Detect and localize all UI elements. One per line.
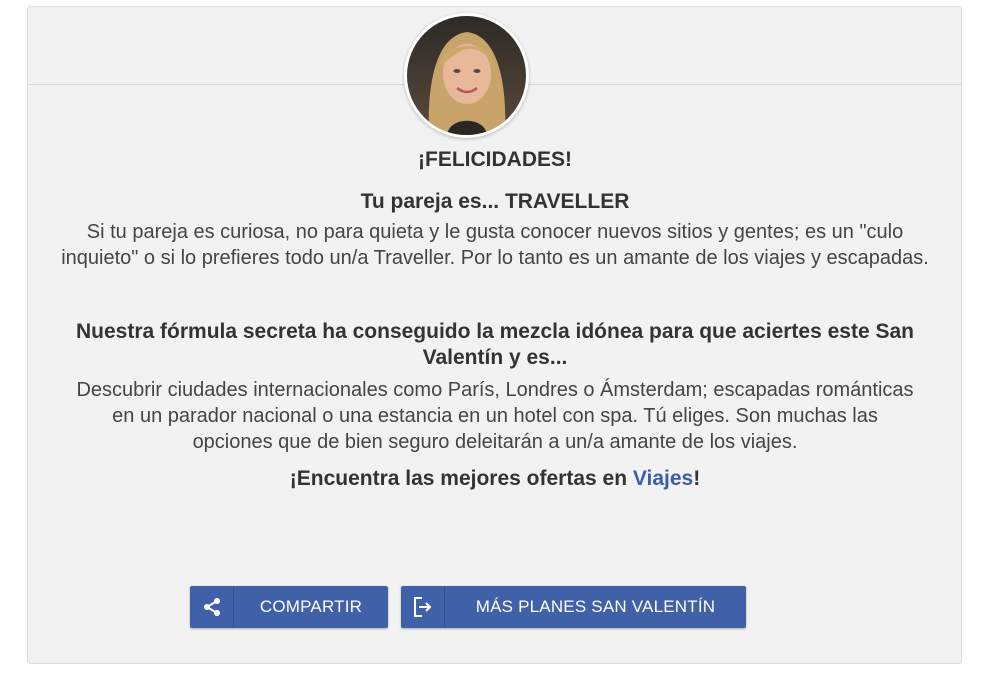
avatar bbox=[404, 13, 529, 138]
viajes-link[interactable]: Viajes bbox=[633, 467, 693, 490]
partner-type-heading: Tu pareja es... TRAVELLER bbox=[360, 190, 630, 213]
recommendation-heading: Nuestra fórmula secreta ha conseguido la… bbox=[76, 320, 914, 369]
congrats-title: ¡FELICIDADES! bbox=[418, 148, 572, 171]
share-icon bbox=[190, 586, 234, 628]
share-button-label: COMPARTIR bbox=[259, 597, 363, 616]
recommendation-body: Descubrir ciudades internacionales como … bbox=[76, 379, 914, 453]
more-plans-button[interactable]: MÁS PLANES SAN VALENTÍN bbox=[401, 586, 746, 628]
more-plans-button-label: MÁS PLANES SAN VALENTÍN bbox=[475, 597, 716, 616]
exit-icon bbox=[401, 586, 445, 628]
partner-type-description: Si tu pareja es curiosa, no para quieta … bbox=[61, 221, 929, 269]
avatar-photo bbox=[407, 16, 526, 135]
share-button[interactable]: COMPARTIR bbox=[190, 586, 388, 628]
result-content: ¡FELICIDADES! Tu pareja es... TRAVELLER … bbox=[0, 147, 990, 492]
offers-cta-prefix: ¡Encuentra las mejores ofertas en bbox=[289, 467, 633, 490]
offers-cta-suffix: ! bbox=[693, 467, 701, 490]
offers-cta: ¡Encuentra las mejores ofertas en Viajes… bbox=[0, 466, 990, 492]
